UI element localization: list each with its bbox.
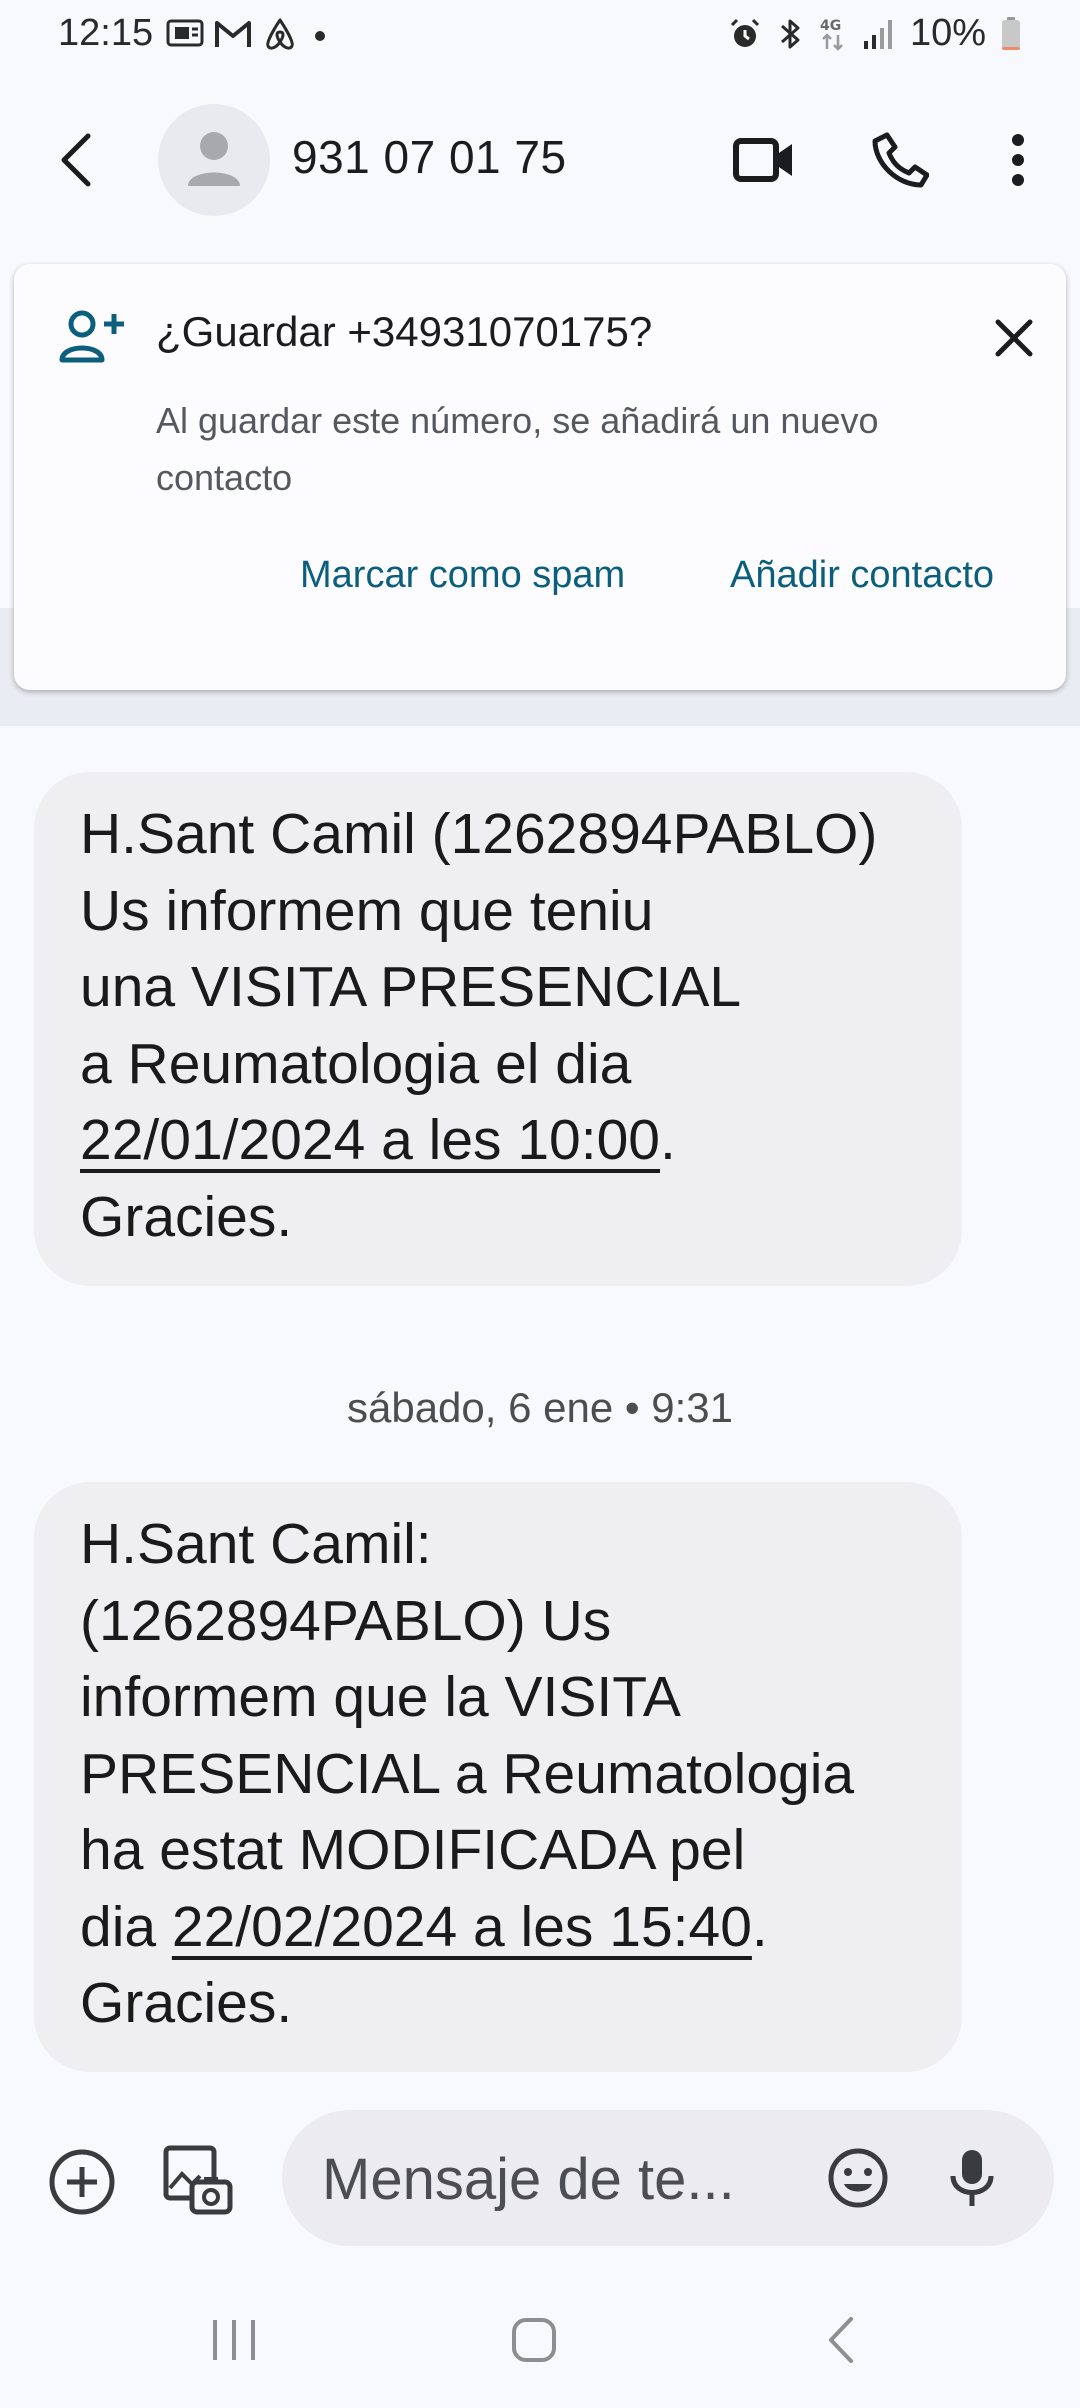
emoji-icon[interactable] [814,2134,902,2222]
add-contact-button[interactable]: Añadir contacto [730,554,994,597]
message-bubble[interactable]: H.Sant Camil (1262894PABLO) Us informem q… [34,772,962,1286]
date-link[interactable]: 22/01/2024 a les 10:00 [80,1108,660,1172]
message-placeholder[interactable]: Mensaje de te... [322,2146,735,2213]
message-text: . [660,1108,676,1172]
message-line: (1262894PABLO) Us [80,1583,962,1660]
status-bar: 12:15 4G 10% [0,0,1080,70]
message-text: H.Sant Camil (1262894PABLO) [80,802,878,866]
avatar[interactable] [158,104,270,216]
message-line: Gracies. [80,1179,962,1256]
message-line: Us informem que teniu [80,873,962,950]
message-text: . [751,1894,768,1959]
message-line: 22/01/2024 a les 10:00. [80,1102,962,1179]
card-body: Al guardar este número, se añadirá un nu… [156,400,879,498]
status-right: 4G 10% [728,12,1022,55]
message-line: dia 22/02/2024 a les 15:40. [80,1889,962,1966]
alarm-icon [730,18,759,47]
home-icon[interactable] [484,2300,584,2380]
back-icon[interactable] [790,2300,890,2380]
gmail-icon [215,21,251,47]
phone-icon[interactable] [860,120,940,200]
message-text: a Reumatologia el dia [80,1031,632,1096]
message-text: Gracies. [80,1184,293,1249]
message-line: H.Sant Camil (1262894PABLO) [80,796,962,873]
notification-icons [166,16,328,52]
battery-percent: 10% [909,12,986,54]
message-line: informem que la VISITA [80,1659,962,1736]
video-call-icon[interactable] [724,120,804,200]
message-line: PRESENCIAL a Reumatologia [80,1736,962,1813]
message-bubble[interactable]: H.Sant Camil: (1262894PABLO) Us informem q… [34,1482,962,2072]
recent-apps-icon[interactable] [184,2300,284,2380]
message-line: ha estat MODIFICADA pel [80,1812,962,1889]
mic-icon[interactable] [928,2134,1016,2222]
message-text: dia [80,1894,172,1959]
contact-number[interactable]: 931 07 01 75 [292,130,567,184]
cast-icon [166,19,204,47]
message-text: Gracies. [80,1971,293,2035]
mark-spam-button[interactable]: Marcar como spam [300,554,625,597]
message-line: una VISITA PRESENCIAL [80,949,962,1026]
add-person-icon [59,310,124,363]
message-text: ha estat MODIFICADA pel [80,1818,746,1882]
message-text: Us informem que teniu [80,878,654,943]
svg-text:4G: 4G [820,18,841,34]
4g-icon: 4G [820,18,843,51]
add-circle-icon[interactable] [38,2138,126,2226]
save-contact-card: ¿Guardar +34931070175? Al guardar este n… [14,264,1066,690]
message-text: PRESENCIAL a Reumatologia [80,1741,855,1806]
more-vert-icon[interactable] [978,120,1058,200]
date-link[interactable]: 22/02/2024 a les 15:40 [172,1895,752,1959]
bluetooth-icon [780,19,800,48]
close-icon[interactable] [982,306,1046,370]
date-separator: sábado, 6 ene • 9:31 [346,1384,734,1431]
status-time: 12:15 [58,12,154,54]
gallery-icon[interactable] [154,2136,242,2224]
card-title: ¿Guardar +34931070175? [156,308,653,355]
message-line: Gracies. [80,1965,962,2042]
back-arrow-icon[interactable] [44,118,108,202]
person-icon [188,132,240,186]
battery-icon [1002,16,1020,50]
message-line: H.Sant Camil: [80,1506,962,1583]
dot-icon [315,31,325,41]
message-text: (1262894PABLO) Us [80,1588,612,1653]
message-text: una VISITA PRESENCIAL [80,955,742,1019]
signal-icon [863,19,892,49]
message-text: informem que la VISITA [80,1665,681,1729]
airbnb-icon [266,18,294,50]
message-line: a Reumatologia el dia [80,1026,962,1103]
message-text: H.Sant Camil: [80,1512,432,1576]
